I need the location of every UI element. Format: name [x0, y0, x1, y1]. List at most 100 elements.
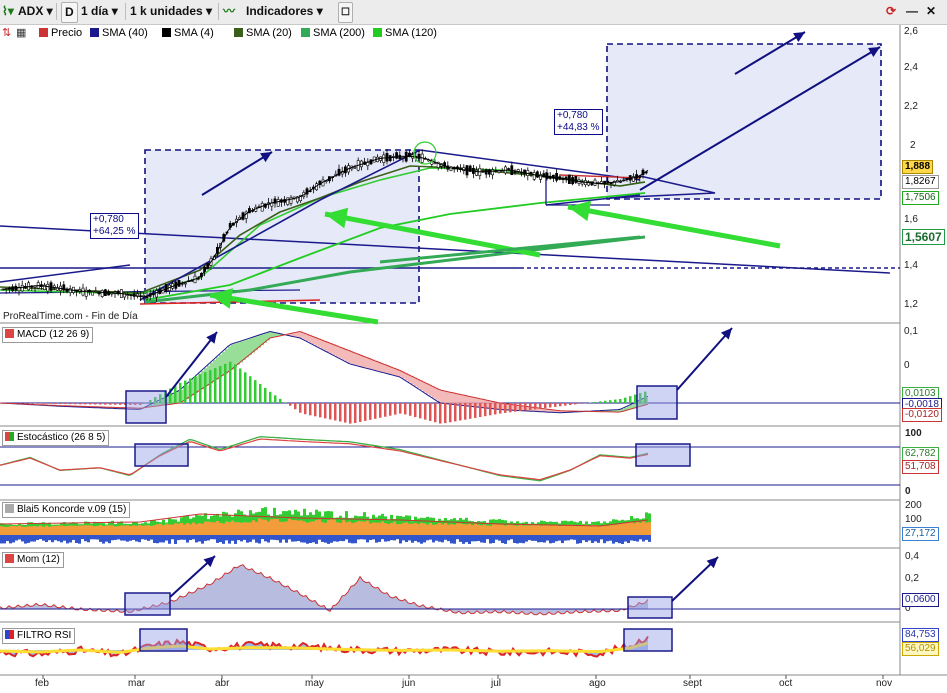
koncorde-blue — [393, 535, 396, 541]
koncorde-blue — [513, 535, 516, 543]
macd-histogram-bar — [99, 403, 102, 405]
stoch-box — [134, 443, 189, 467]
macd-tick: 0,1 — [904, 326, 918, 337]
koncorde-blue — [543, 535, 546, 543]
koncorde-blue — [162, 535, 165, 543]
close-icon[interactable]: ✕ — [926, 2, 936, 21]
koncorde-orange — [129, 526, 132, 535]
koncorde-blue — [210, 535, 213, 540]
macd-histogram-bar — [229, 361, 232, 403]
price-badge-sma200: 1,5607 — [902, 229, 945, 245]
price-badge-sma40: 1,8267 — [902, 175, 939, 189]
koncorde-orange — [414, 523, 417, 535]
settings-button[interactable]: ☐ — [338, 2, 353, 23]
koncorde-blue — [303, 535, 306, 543]
macd-histogram-bar — [454, 403, 457, 422]
stoch-badge: 62,782 — [902, 447, 939, 461]
koncorde-orange — [249, 522, 252, 535]
panel-title: FILTRO RSI — [17, 630, 72, 641]
legend-item-precio[interactable]: Precio — [39, 25, 82, 41]
macd-histogram-bar — [554, 403, 557, 407]
koncorde-orange — [255, 521, 258, 535]
timeframe-selector[interactable]: 1 día ▾ — [81, 2, 118, 21]
koncorde-orange — [153, 525, 156, 535]
koncorde-orange — [582, 524, 585, 535]
koncorde-blue — [15, 535, 18, 541]
koncorde-blue — [438, 535, 441, 542]
legend-controls-icon[interactable]: ⇅ — [2, 25, 11, 41]
koncorde-orange — [93, 526, 96, 535]
koncorde-blue — [336, 535, 339, 542]
minimize-icon[interactable]: — — [906, 2, 918, 21]
koncorde-blue — [63, 535, 66, 541]
indicators-selector[interactable]: Indicadores ▾ — [246, 2, 323, 21]
toolbar: ⌇▾ ADX ▾ D 1 día ▾ 1 k unidades ▾ 〰 Indi… — [0, 0, 947, 25]
legend-item-sma20[interactable]: SMA (20) — [234, 25, 292, 41]
chart-type-icon[interactable]: ⌇▾ — [2, 2, 14, 21]
koncorde-blue — [213, 535, 216, 540]
symbol-selector[interactable]: ADX ▾ — [18, 2, 53, 21]
legend-item-sma4[interactable]: SMA (4) — [162, 25, 214, 41]
legend-item-sma40[interactable]: SMA (40) — [90, 25, 148, 41]
macd-histogram-bar — [79, 403, 82, 405]
mom-label[interactable]: Mom (12) — [2, 552, 64, 568]
koncorde-blue — [534, 535, 537, 541]
macd-histogram-bar — [404, 403, 407, 415]
koncorde-orange — [438, 522, 441, 535]
koncorde-blue — [282, 535, 285, 540]
legend-item-sma200[interactable]: SMA (200) — [301, 25, 365, 41]
koncorde-orange — [219, 522, 222, 535]
koncorde-orange — [543, 524, 546, 535]
koncorde-tick: 200 — [905, 500, 922, 511]
koncorde-blue — [525, 535, 528, 542]
koncorde-blue — [483, 535, 486, 543]
macd-fill — [336, 345, 339, 357]
rsi-box — [139, 628, 188, 652]
projection-box — [606, 43, 882, 200]
macd-histogram-bar — [619, 398, 622, 403]
macd-histogram-bar — [634, 394, 637, 403]
koncorde-blue — [186, 535, 189, 543]
macd-histogram-bar — [254, 380, 257, 403]
koncorde-label[interactable]: Blai5 Koncorde v.09 (15) — [2, 502, 131, 518]
koncorde-blue — [36, 535, 39, 541]
d-button[interactable]: D — [61, 2, 78, 23]
price-candle-body — [555, 172, 559, 181]
koncorde-blue — [159, 535, 162, 543]
macd-histogram-bar — [269, 391, 272, 403]
legend-color-icon[interactable]: ▦ — [16, 25, 26, 41]
koncorde-blue — [195, 535, 198, 543]
koncorde-orange — [507, 524, 510, 535]
koncorde-orange — [558, 525, 561, 535]
rsi-label[interactable]: FILTRO RSI — [2, 628, 76, 644]
annotation-change: +0,780 — [557, 110, 588, 121]
koncorde-orange — [360, 521, 363, 535]
koncorde-orange — [498, 524, 501, 535]
koncorde-orange — [432, 524, 435, 535]
koncorde-blue — [234, 535, 237, 544]
refresh-icon[interactable]: ⟳ — [886, 2, 896, 21]
macd-fill — [363, 356, 366, 368]
koncorde-orange — [480, 525, 483, 535]
koncorde-orange — [459, 523, 462, 535]
macd-label[interactable]: MACD (12 26 9) — [2, 327, 94, 343]
koncorde-orange — [537, 524, 540, 535]
koncorde-blue — [285, 535, 288, 543]
macd-fill — [348, 350, 351, 363]
units-selector[interactable]: 1 k unidades ▾ — [130, 2, 212, 21]
legend-label: SMA (200) — [313, 27, 365, 39]
legend-item-sma120[interactable]: SMA (120) — [373, 25, 437, 41]
koncorde-orange — [627, 522, 630, 535]
macd-histogram-bar — [294, 403, 297, 410]
stoch-label[interactable]: Estocástico (26 8 5) — [2, 430, 110, 446]
koncorde-orange — [66, 525, 69, 535]
koncorde-orange — [552, 524, 555, 535]
macd-histogram-bar — [504, 403, 507, 413]
koncorde-orange — [252, 520, 255, 535]
price-candle-body — [353, 166, 357, 169]
koncorde-orange — [321, 522, 324, 535]
koncorde-blue — [300, 535, 303, 543]
koncorde-orange — [411, 523, 414, 535]
koncorde-orange — [312, 521, 315, 535]
koncorde-orange — [96, 525, 99, 535]
